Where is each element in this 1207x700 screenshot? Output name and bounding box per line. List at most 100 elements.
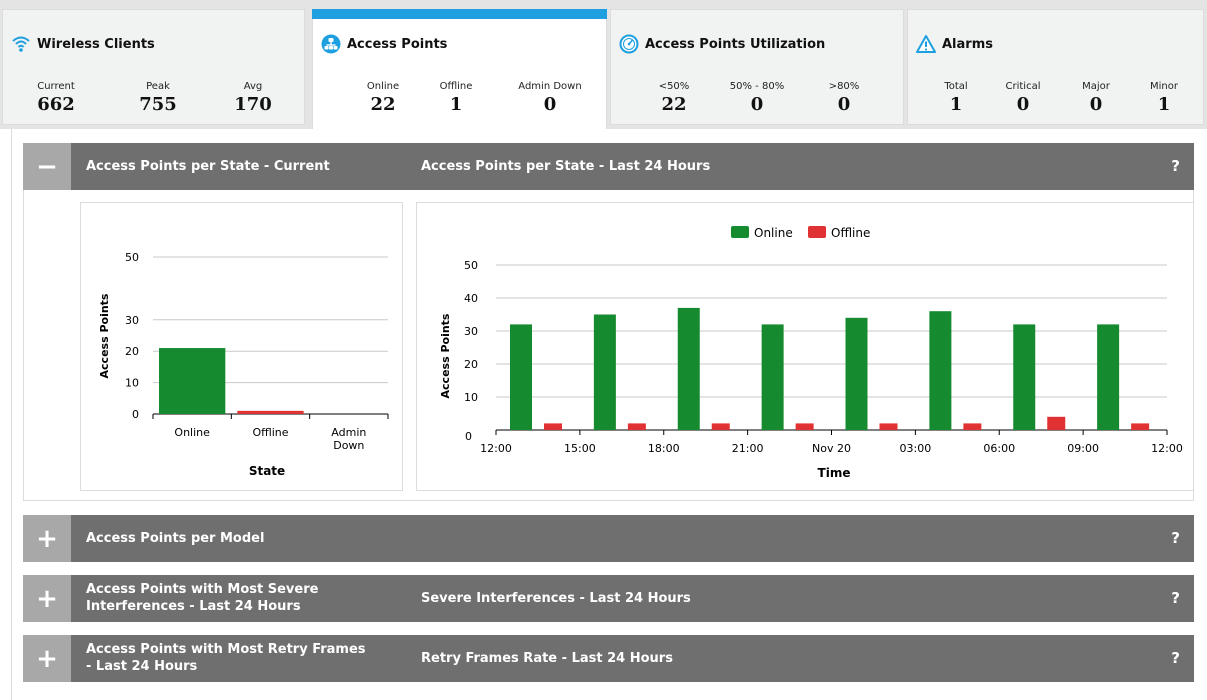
metric-total: Total 1 <box>944 81 968 115</box>
y-tick-label: 50 <box>125 251 139 264</box>
x-tick-label: Down <box>333 439 364 452</box>
bar-offline <box>1131 423 1150 430</box>
tile-title: Access Points <box>347 36 448 52</box>
metric-under-50: <50% 22 <box>658 81 690 115</box>
panel-title-secondary: Severe Interferences - Last 24 Hours <box>421 591 691 606</box>
x-tick-label: 12:00 <box>480 442 512 455</box>
metric-peak: Peak 755 <box>139 81 177 115</box>
y-tick-label: 20 <box>464 358 478 371</box>
x-tick-label: 03:00 <box>900 442 932 455</box>
bar-online <box>929 311 952 430</box>
x-axis-label: State <box>249 464 285 478</box>
metric-over-80: >80% 0 <box>828 81 860 115</box>
metric-avg: Avg 170 <box>234 81 272 115</box>
access-point-icon <box>321 34 341 54</box>
x-tick-label: Admin <box>331 426 366 439</box>
x-tick-label: 09:00 <box>1067 442 1099 455</box>
legend-offline: Offline <box>831 226 870 240</box>
x-tick-label: Nov 20 <box>812 442 851 455</box>
y-tick-label: 10 <box>125 377 139 390</box>
help-button[interactable]: ? <box>1171 589 1180 607</box>
metric-critical: Critical 0 <box>1005 81 1041 115</box>
bar-offline <box>795 423 814 430</box>
help-button[interactable]: ? <box>1171 529 1180 547</box>
y-tick-label: 0 <box>132 408 139 421</box>
y-tick-label: 30 <box>464 325 478 338</box>
panel-title-line2: Interferences - Last 24 Hours <box>86 599 301 614</box>
help-button[interactable]: ? <box>1171 649 1180 667</box>
legend-swatch-online <box>731 226 749 238</box>
y-axis-label: Access Points <box>98 293 111 378</box>
y-tick-label: 40 <box>464 292 478 305</box>
bar-online <box>593 314 616 430</box>
bar-offline <box>879 423 898 430</box>
chart-ap-state-24h: 0 10 20 30 40 50 12:00 15:00 18:00 21:00 Nov 20 03:… <box>416 202 1194 491</box>
y-tick-label: 0 <box>465 430 472 443</box>
bar-online <box>510 324 532 430</box>
x-tick-label: 21:00 <box>732 442 764 455</box>
panel-header-ap-per-state[interactable]: − Access Points per State - Current Acce… <box>23 143 1194 190</box>
bar-online <box>159 348 226 414</box>
help-button[interactable]: ? <box>1171 157 1180 175</box>
metric-50-80: 50% - 80% 0 <box>729 81 785 115</box>
panel-header-severe-interferences[interactable]: + Access Points with Most Severe Interfe… <box>23 575 1194 622</box>
tile-wireless-clients[interactable]: Wireless Clients Current 662 Peak 755 Av… <box>2 9 305 125</box>
panel-header-ap-per-model[interactable]: + Access Points per Model ? <box>23 515 1194 562</box>
bar-offline <box>544 423 562 430</box>
tile-alarms[interactable]: Alarms Total 1 Critical 0 Major 0 Minor … <box>907 9 1204 125</box>
panel-header-retry-frames[interactable]: + Access Points with Most Retry Frames -… <box>23 635 1194 682</box>
panel-title-line1: Access Points with Most Severe <box>86 582 319 597</box>
panel-title: Access Points per State - Current <box>86 159 330 174</box>
expand-button[interactable]: + <box>23 515 71 562</box>
panel-title: Access Points per Model <box>86 531 265 546</box>
x-tick-label: 06:00 <box>983 442 1015 455</box>
summary-tiles: Wireless Clients Current 662 Peak 755 Av… <box>0 0 1207 131</box>
metric-admin-down: Admin Down 0 <box>518 81 582 115</box>
bar-online <box>845 317 868 430</box>
metric-major: Major 0 <box>1082 81 1110 115</box>
bar-offline <box>711 423 730 430</box>
panel-title-line2: - Last 24 Hours <box>86 659 198 674</box>
y-tick-label: 10 <box>464 391 478 404</box>
y-tick-label: 50 <box>464 259 478 272</box>
gauge-icon <box>619 34 639 54</box>
tile-access-points[interactable]: Access Points Online 22 Offline 1 Admin … <box>312 9 607 131</box>
tile-title: Wireless Clients <box>37 36 155 52</box>
x-tick-label: 18:00 <box>648 442 680 455</box>
y-tick-label: 20 <box>125 345 139 358</box>
bar-offline <box>1047 416 1066 430</box>
bar-offline <box>627 423 646 430</box>
metric-minor: Minor 1 <box>1150 81 1178 115</box>
chart-ap-state-current: 0 10 20 30 50 Online Offline Admin Down Access P… <box>80 202 403 491</box>
metric-offline: Offline 1 <box>439 81 473 115</box>
x-tick-label: 12:00 <box>1151 442 1183 455</box>
expand-button[interactable]: + <box>23 575 71 622</box>
tile-title: Alarms <box>942 36 993 52</box>
x-axis-label: Time <box>818 466 851 480</box>
panel-title-secondary: Access Points per State - Last 24 Hours <box>421 159 711 174</box>
legend: Online Offline <box>731 226 870 240</box>
wifi-icon <box>11 34 31 54</box>
y-axis-label: Access Points <box>439 313 452 398</box>
bar-chart-current: 0 10 20 30 50 Online Offline AdminDown Access P… <box>98 251 389 478</box>
bar-online <box>1097 324 1120 430</box>
expand-button[interactable]: + <box>23 635 71 682</box>
metric-current: Current 662 <box>37 81 75 115</box>
tile-title: Access Points Utilization <box>645 36 826 52</box>
legend-swatch-offline <box>808 226 826 238</box>
x-tick-label: 15:00 <box>564 442 596 455</box>
active-tile-indicator <box>312 9 607 19</box>
bar-offline <box>237 410 304 414</box>
y-tick-label: 30 <box>125 314 139 327</box>
bar-online <box>761 324 784 430</box>
metric-online: Online 22 <box>366 81 400 115</box>
collapse-button[interactable]: − <box>23 143 71 190</box>
tile-access-points-utilization[interactable]: Access Points Utilization <50% 22 50% - … <box>610 9 904 125</box>
panel-title-line1: Access Points with Most Retry Frames <box>86 642 366 657</box>
x-tick-label: Online <box>174 426 210 439</box>
bar-offline <box>963 423 982 430</box>
bar-online <box>677 307 700 430</box>
x-tick-label: Offline <box>252 426 288 439</box>
panel-body-ap-per-state: 0 10 20 30 50 Online Offline Admin Down Access P… <box>23 190 1194 501</box>
panel-title-secondary: Retry Frames Rate - Last 24 Hours <box>421 651 673 666</box>
